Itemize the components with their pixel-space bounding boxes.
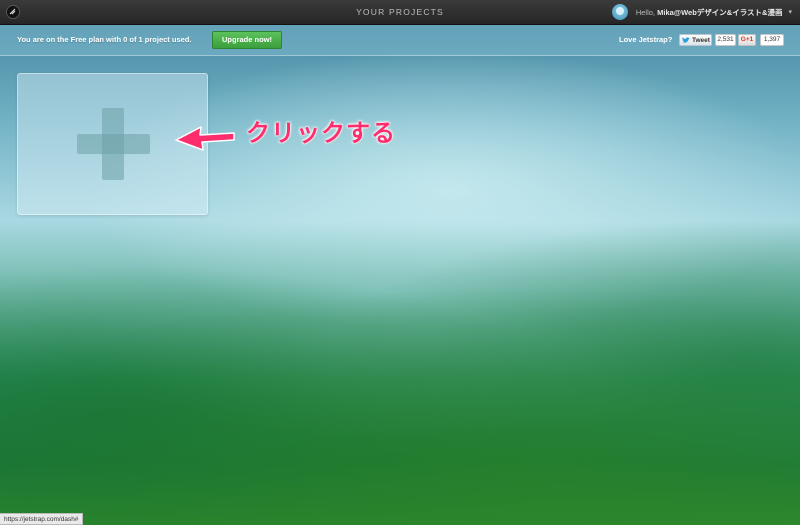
click-annotation: クリックする <box>246 119 396 147</box>
plus-icon-bar <box>77 134 150 154</box>
love-jetstrap-label: Love Jetstrap? <box>619 35 673 44</box>
page-background: YOUR PROJECTS Hello, Mika@Webデザイン&イラスト&漫… <box>0 0 800 525</box>
user-menu[interactable]: Hello, Mika@Webデザイン&イラスト&漫画 ▾ <box>611 3 792 21</box>
google-plus-button[interactable]: G+1 <box>738 34 756 46</box>
annotation-arrow-icon <box>175 126 235 151</box>
tweet-button[interactable]: Tweet <box>679 34 712 46</box>
status-bar-url: https://jetstrap.com/dash# <box>0 513 84 525</box>
top-bar: YOUR PROJECTS Hello, Mika@Webデザイン&イラスト&漫… <box>0 0 800 25</box>
caret-down-icon[interactable]: ▾ <box>788 8 792 16</box>
tweet-count: 2,531 <box>715 34 736 46</box>
twitter-icon <box>682 36 690 43</box>
greeting: Hello, Mika@Webデザイン&イラスト&漫画 <box>636 7 783 18</box>
username: Mika@Webデザイン&イラスト&漫画 <box>657 7 783 17</box>
plan-bar: You are on the Free plan with 0 of 1 pro… <box>0 25 800 56</box>
google-plus-count: 1,397 <box>760 34 784 46</box>
greeting-prefix: Hello, <box>635 7 658 17</box>
tweet-label: Tweet <box>692 36 710 44</box>
upgrade-button[interactable]: Upgrade now! <box>212 31 282 49</box>
user-avatar[interactable] <box>611 4 628 20</box>
plan-message: You are on the Free plan with 0 of 1 pro… <box>17 35 192 44</box>
